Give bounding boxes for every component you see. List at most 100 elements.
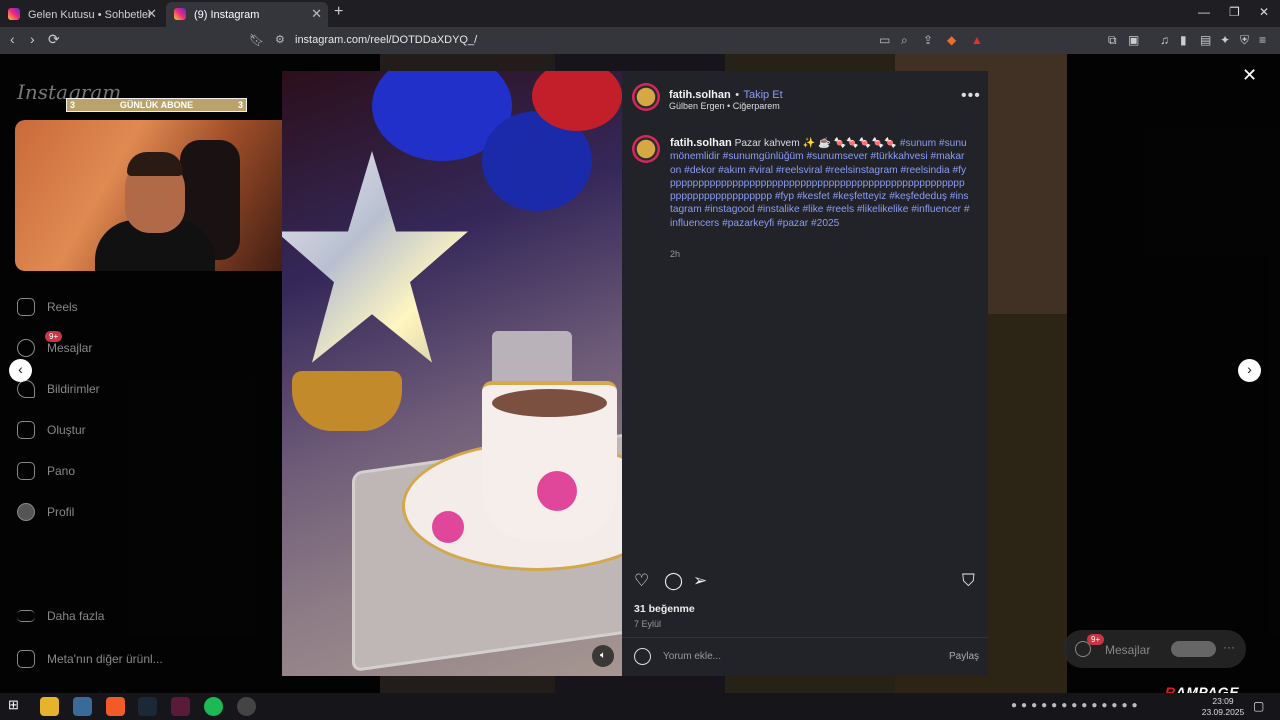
sidebar-item-create[interactable]: Oluştur xyxy=(17,421,86,439)
media-icon[interactable]: ♫ xyxy=(1160,33,1169,47)
wallet-icon[interactable]: ▣ xyxy=(1128,33,1139,47)
conversation-avatars xyxy=(1171,641,1216,657)
caption-text: Pazar kahvem ✨ ☕ 🍬🍬🍬🍬🍬 xyxy=(734,138,897,149)
close-modal-icon[interactable]: ✕ xyxy=(1242,65,1257,86)
steam-icon[interactable] xyxy=(138,697,157,716)
share-paperplane-icon[interactable]: ➢ xyxy=(693,571,707,591)
sidebar-item-label: Profil xyxy=(47,505,75,519)
bookmark-save-icon[interactable]: ⛉ xyxy=(962,571,975,591)
close-window-button[interactable]: ✕ xyxy=(1259,5,1269,19)
spotify-icon[interactable] xyxy=(204,697,223,716)
messages-label: Mesajlar xyxy=(1105,643,1151,657)
next-post-arrow-icon[interactable]: › xyxy=(1238,359,1261,382)
sidebar-item-notifications[interactable]: Bildirimler xyxy=(17,380,100,398)
sidebar-item-reels[interactable]: Reels xyxy=(17,298,78,316)
like-count[interactable]: 31 beğenme xyxy=(634,603,695,615)
tab-instagram[interactable]: (9) Instagram ✕ xyxy=(166,2,328,27)
browser-toolbar: ‹ › ⟳ 🔖︎ ⚙ instagram.com/reel/DOTDDaXDYQ… xyxy=(0,27,1280,54)
instagram-favicon-icon xyxy=(8,8,20,20)
menu-icon[interactable]: ≡ xyxy=(1259,33,1266,47)
clock-date[interactable]: 23.09.2025 xyxy=(1200,707,1246,717)
restore-button[interactable]: ❐ xyxy=(1229,5,1240,19)
caption-hashtags[interactable]: #sunum #sunumönemlidir #sunumgünlüğüm #s… xyxy=(670,138,970,229)
emoji-icon[interactable] xyxy=(634,648,651,665)
windows-start-icon[interactable]: ⊞ xyxy=(8,697,27,716)
app-icon[interactable] xyxy=(171,697,190,716)
sidebar-icon[interactable]: ▮ xyxy=(1180,33,1187,47)
windows-taskbar: ⊞ ●●●●●●●●●●●●● 23:09 23.09.2025 ▢ xyxy=(0,693,1280,720)
tab-close-icon[interactable]: ✕ xyxy=(146,6,157,22)
cast-icon[interactable]: ▭ xyxy=(879,30,890,51)
instagram-favicon-icon xyxy=(174,8,186,20)
clock-time[interactable]: 23:09 xyxy=(1205,696,1241,706)
vpn-icon[interactable]: ⛨ xyxy=(1240,33,1249,48)
subscriber-count-right: 3 xyxy=(237,100,243,110)
zoom-icon[interactable]: ⌕ xyxy=(901,30,908,51)
leo-icon[interactable]: ✦ xyxy=(1220,33,1230,47)
follow-button[interactable]: Takip Et xyxy=(744,89,783,101)
lamp-base xyxy=(292,371,402,431)
reels-icon xyxy=(17,298,35,316)
brave-rewards-icon[interactable]: ▲ xyxy=(971,30,983,51)
file-explorer-icon[interactable] xyxy=(40,697,59,716)
bookmark-icon[interactable]: 🔖︎ xyxy=(249,30,264,51)
notifications-icon[interactable]: ▢ xyxy=(1253,699,1264,713)
reload-icon[interactable]: ⟳ xyxy=(48,31,60,48)
more-dots-icon: ··· xyxy=(1223,640,1235,654)
sidebar-item-messages[interactable]: 9+ Mesajlar xyxy=(17,331,92,357)
more-options-icon[interactable]: ••• xyxy=(961,87,981,105)
minimize-button[interactable]: — xyxy=(1198,5,1210,19)
watermark-text: AMPAGE xyxy=(1175,684,1240,693)
sidebar-item-dashboard[interactable]: Pano xyxy=(17,462,75,480)
sidebar-item-label: Bildirimler xyxy=(47,382,100,396)
plus-icon xyxy=(17,421,35,439)
post-date: 7 Eylül xyxy=(634,619,662,629)
tab-title: (9) Instagram xyxy=(194,8,260,21)
wallet2-icon[interactable]: ▤ xyxy=(1200,33,1211,47)
subscriber-bar-label: GÜNLÜK ABONE xyxy=(119,100,194,110)
address-bar[interactable]: 🔖︎ ⚙ instagram.com/reel/DOTDDaXDYQ_/ ▭ ⌕… xyxy=(245,30,990,51)
reel-video[interactable]: 🔈︎ xyxy=(282,71,622,676)
sidebar-item-profile[interactable]: Profil xyxy=(17,503,74,521)
audio-track[interactable]: Gülben Ergen • Ciğerparem xyxy=(669,101,780,111)
sidebar-item-meta[interactable]: Meta'nın diğer ürünl... xyxy=(17,650,163,668)
caption-username[interactable]: fatih.solhan xyxy=(670,137,732,149)
comment-icon[interactable]: ◯ xyxy=(664,571,683,591)
author-username[interactable]: fatih.solhan xyxy=(669,89,731,101)
brave-shield-icon[interactable]: ◆ xyxy=(947,30,956,51)
obs-icon[interactable] xyxy=(237,697,256,716)
brave-browser-icon[interactable] xyxy=(106,697,125,716)
like-heart-icon[interactable]: ♡ xyxy=(634,571,649,591)
cup-flower-print xyxy=(537,471,577,511)
forward-icon[interactable]: › xyxy=(30,31,35,47)
store-icon[interactable] xyxy=(73,697,92,716)
post-panel: fatih.solhan • Takip Et Gülben Ergen • C… xyxy=(622,71,988,676)
grid-icon xyxy=(17,650,35,668)
author-avatar[interactable] xyxy=(632,83,660,111)
volume-icon[interactable]: 🔈︎ xyxy=(592,645,614,667)
comment-input[interactable]: Yorum ekle... xyxy=(663,651,721,662)
previous-post-arrow-icon[interactable]: ‹ xyxy=(9,359,32,382)
new-tab-button[interactable]: + xyxy=(334,3,343,21)
messages-badge: 9+ xyxy=(1087,634,1105,645)
chart-icon xyxy=(17,462,35,480)
watermark-prefix: R xyxy=(1165,684,1176,693)
sidebar-item-more[interactable]: Daha fazla xyxy=(17,609,104,623)
system-tray-icons[interactable]: ●●●●●●●●●●●●● xyxy=(1011,700,1142,711)
extensions-icon[interactable]: ⧉ xyxy=(1108,33,1117,48)
site-settings-icon[interactable]: ⚙ xyxy=(275,30,285,51)
sidebar-item-label: Oluştur xyxy=(47,423,86,437)
comment-bar: Yorum ekle... Paylaş xyxy=(634,648,979,670)
sidebar-item-label: Daha fazla xyxy=(47,609,105,623)
divider xyxy=(622,637,988,638)
back-icon[interactable]: ‹ xyxy=(10,31,15,47)
sidebar-item-label: Meta'nın diğer ürünl... xyxy=(47,652,163,666)
floating-messages-button[interactable]: 9+ Mesajlar ··· xyxy=(1063,630,1246,668)
tab-close-icon[interactable]: ✕ xyxy=(311,6,322,22)
menu-icon xyxy=(17,610,35,622)
share-icon[interactable]: ⇪ xyxy=(923,30,933,51)
tab-inbox[interactable]: Gelen Kutusu • Sohbetler ✕ xyxy=(0,2,163,27)
caption-avatar[interactable] xyxy=(632,135,660,163)
sidebar-item-label: Reels xyxy=(47,300,78,314)
post-comment-button[interactable]: Paylaş xyxy=(949,651,979,662)
